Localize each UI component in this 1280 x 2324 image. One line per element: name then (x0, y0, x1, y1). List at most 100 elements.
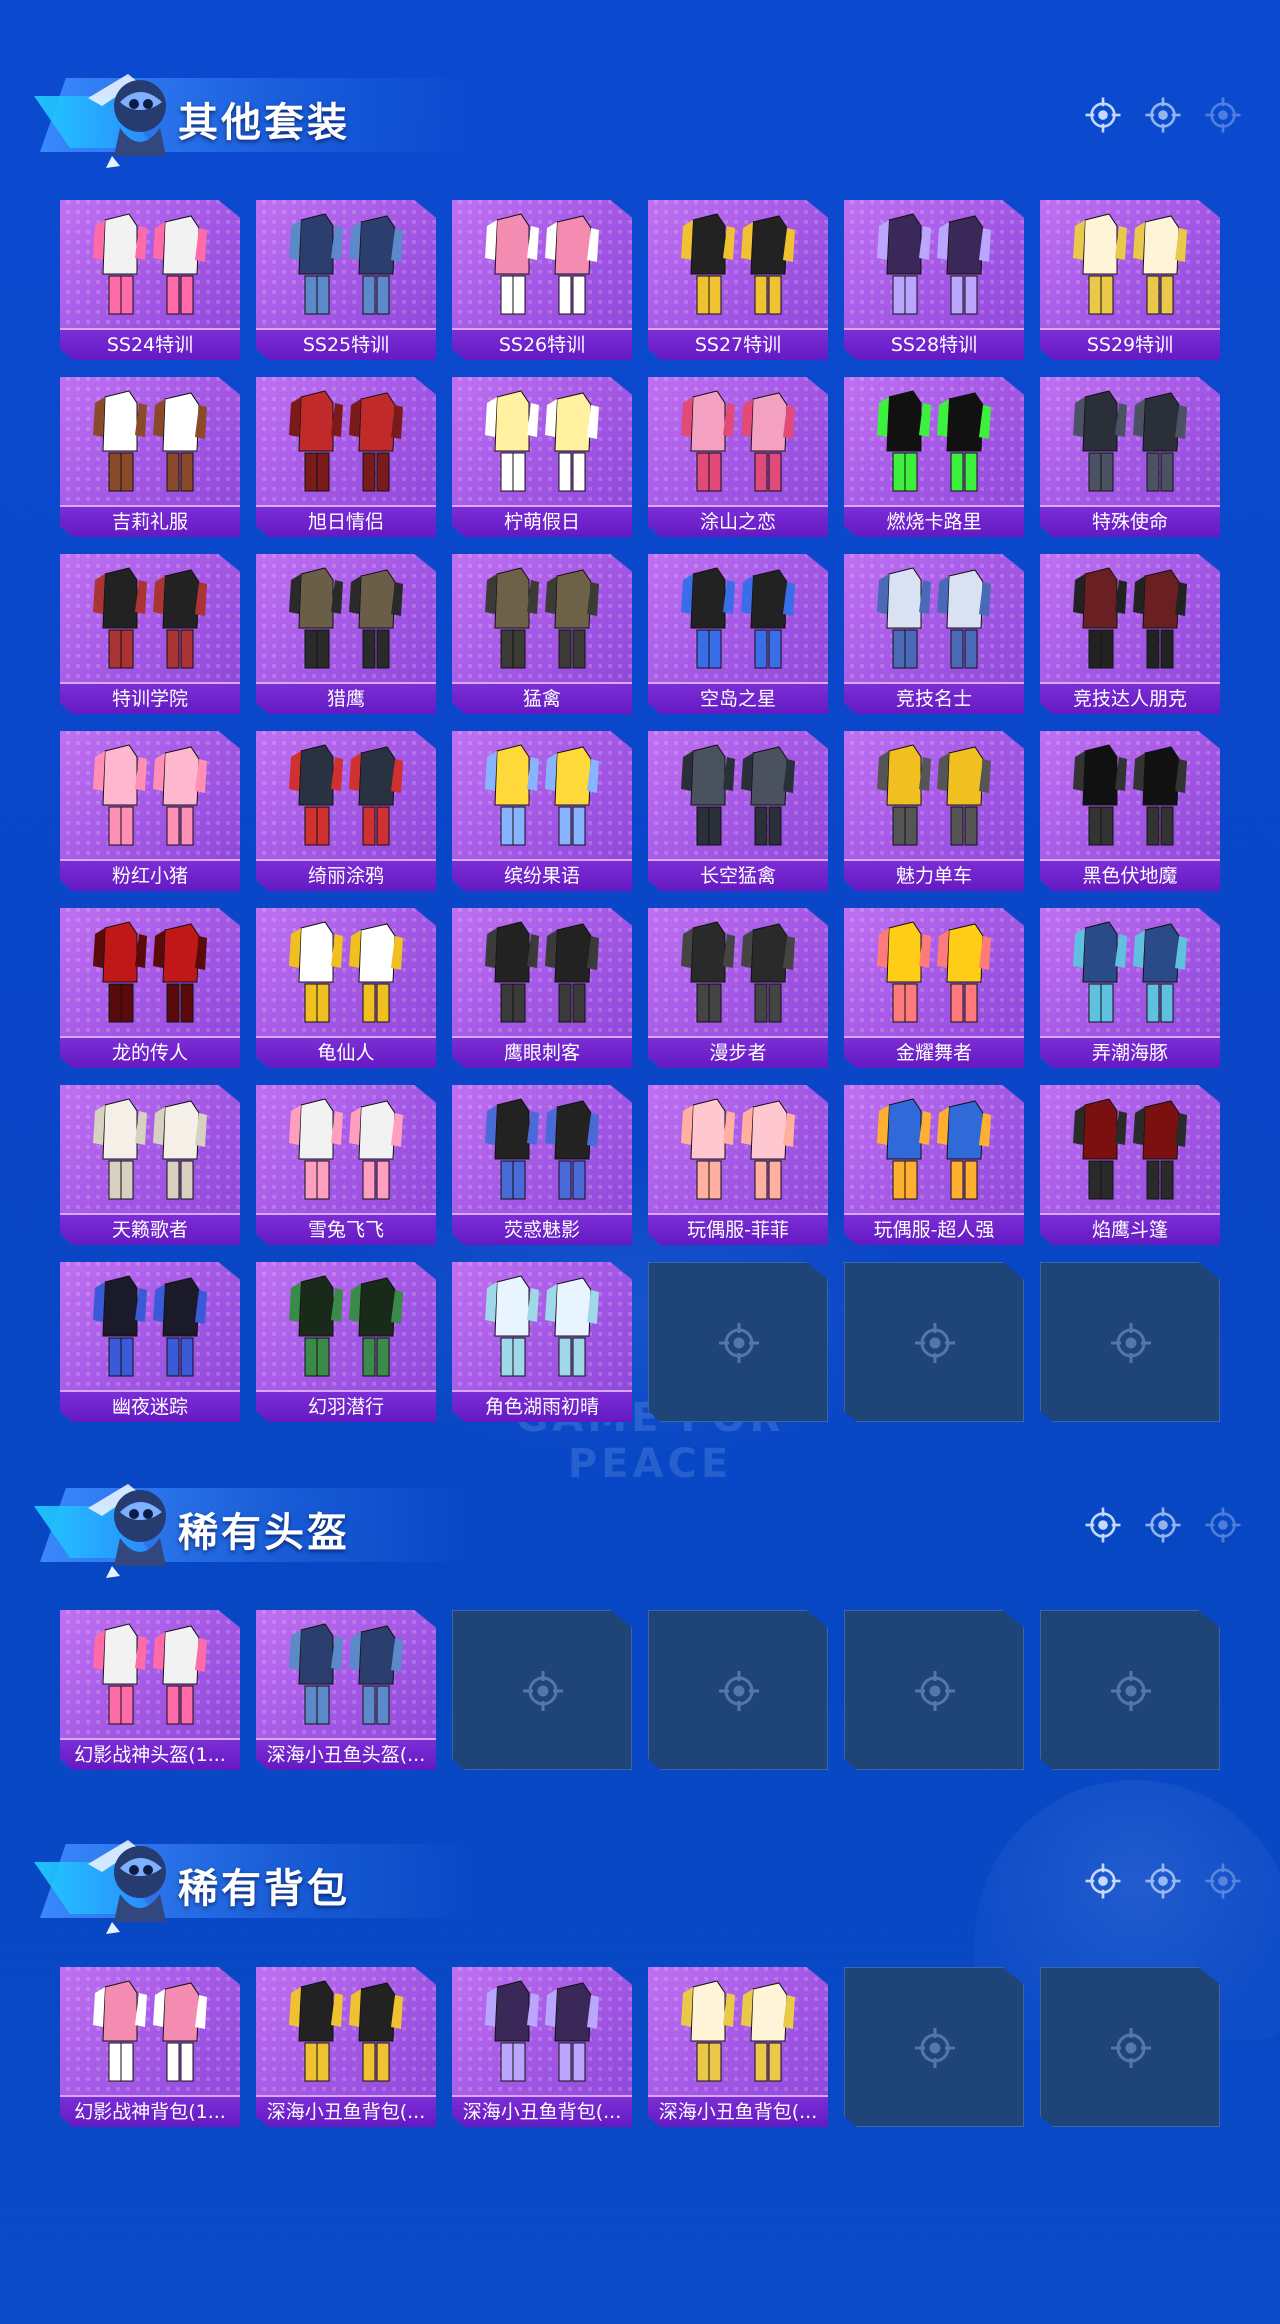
item-card[interactable]: 焰鹰斗篷 (1040, 1085, 1220, 1245)
item-label: 天籁歌者 (111, 1219, 188, 1241)
item-card[interactable]: 特殊使命 (1040, 377, 1220, 537)
item-label: 幻羽潜行 (307, 1396, 384, 1418)
item-card[interactable]: 玩偶服-菲菲 (648, 1085, 828, 1245)
item-label: 粉红小猪 (111, 865, 188, 887)
item-image (467, 564, 617, 676)
item-image (271, 564, 421, 676)
item-card[interactable]: 竞技达人朋克 (1040, 554, 1220, 714)
item-label: SS26特训 (498, 334, 586, 356)
item-card[interactable]: 深海小丑鱼背包(... (256, 1967, 436, 2127)
crosshair-icon (911, 1667, 959, 1715)
crosshair-icon (1202, 94, 1244, 136)
item-image (271, 741, 421, 853)
item-card[interactable]: SS25特训 (256, 200, 436, 360)
item-card[interactable]: 旭日情侣 (256, 377, 436, 537)
crosshair-icon (1142, 94, 1184, 136)
item-card[interactable]: 幽夜迷踪 (60, 1262, 240, 1422)
item-label: 柠萌假日 (503, 511, 580, 533)
section-title: 稀有背包 (178, 1866, 350, 1912)
item-label: 龟仙人 (317, 1042, 375, 1064)
item-label: 涂山之恋 (699, 511, 776, 533)
crosshair-icon (1202, 1860, 1244, 1902)
item-label: 幻影战神头盔(1... (74, 1744, 226, 1766)
item-card[interactable]: 天籁歌者 (60, 1085, 240, 1245)
crosshair-icon (1082, 1860, 1124, 1902)
item-card[interactable]: 猛禽 (452, 554, 632, 714)
item-label: 深海小丑鱼背包(... (658, 2101, 818, 2123)
item-image (75, 564, 225, 676)
item-card[interactable]: 幻羽潜行 (256, 1262, 436, 1422)
item-card[interactable]: 涂山之恋 (648, 377, 828, 537)
item-card[interactable]: 弄潮海豚 (1040, 908, 1220, 1068)
item-image (467, 918, 617, 1030)
crosshair-icon (1142, 1860, 1184, 1902)
item-card[interactable]: 竞技名士 (844, 554, 1024, 714)
item-card[interactable]: 深海小丑鱼头盔(... (256, 1610, 436, 1770)
item-image (663, 1977, 813, 2089)
item-image (271, 210, 421, 322)
item-image (663, 564, 813, 676)
item-label: 长空猛禽 (699, 865, 776, 887)
item-image (663, 210, 813, 322)
item-card[interactable]: 深海小丑鱼背包(... (452, 1967, 632, 2127)
item-card[interactable]: 燃烧卡路里 (844, 377, 1024, 537)
item-label: 竞技名士 (895, 688, 972, 710)
empty-slot (844, 1967, 1024, 2127)
item-card[interactable]: 粉红小猪 (60, 731, 240, 891)
item-card[interactable]: 绮丽涂鸦 (256, 731, 436, 891)
item-card[interactable]: 空岛之星 (648, 554, 828, 714)
item-label: SS24特训 (106, 334, 194, 356)
item-label: 黑色伏地魔 (1082, 865, 1178, 887)
item-card[interactable]: 玩偶服-超人强 (844, 1085, 1024, 1245)
item-image (663, 1095, 813, 1207)
item-card[interactable]: 龟仙人 (256, 908, 436, 1068)
item-card[interactable]: 缤纷果语 (452, 731, 632, 891)
item-card[interactable]: 柠萌假日 (452, 377, 632, 537)
item-card[interactable]: 荧惑魅影 (452, 1085, 632, 1245)
section-header: 其他套装 (28, 60, 1258, 168)
item-image (271, 387, 421, 499)
item-card[interactable]: SS24特训 (60, 200, 240, 360)
item-image (467, 1977, 617, 2089)
empty-slot (452, 1610, 632, 1770)
item-label: 玩偶服-菲菲 (687, 1219, 789, 1241)
section-header: 稀有头盔 (28, 1470, 1258, 1578)
item-card[interactable]: 金耀舞者 (844, 908, 1024, 1068)
item-card[interactable]: 漫步者 (648, 908, 828, 1068)
item-label: 绮丽涂鸦 (307, 865, 384, 887)
section-title: 稀有头盔 (178, 1510, 350, 1556)
item-card[interactable]: SS29特训 (1040, 200, 1220, 360)
item-card[interactable]: SS28特训 (844, 200, 1024, 360)
item-card[interactable]: 特训学院 (60, 554, 240, 714)
item-card[interactable]: 鹰眼刺客 (452, 908, 632, 1068)
item-image (75, 1620, 225, 1732)
item-image (1055, 741, 1205, 853)
item-card[interactable]: SS26特训 (452, 200, 632, 360)
item-label: 猛禽 (522, 688, 561, 710)
crosshair-icon (715, 1319, 763, 1367)
item-card[interactable]: SS27特训 (648, 200, 828, 360)
item-label: 竞技达人朋克 (1072, 688, 1187, 710)
header-decoration (1082, 1504, 1244, 1546)
item-image (663, 918, 813, 1030)
item-label: SS27特训 (694, 334, 782, 356)
item-label: 特训学院 (111, 688, 188, 710)
item-image (75, 387, 225, 499)
item-card[interactable]: 魅力单车 (844, 731, 1024, 891)
item-card[interactable]: 深海小丑鱼背包(... (648, 1967, 828, 2127)
item-label: 幽夜迷踪 (111, 1396, 188, 1418)
item-card[interactable]: 角色湖雨初晴 (452, 1262, 632, 1422)
item-card[interactable]: 龙的传人 (60, 908, 240, 1068)
item-card[interactable]: 幻影战神头盔(1... (60, 1610, 240, 1770)
item-image (271, 1095, 421, 1207)
item-card[interactable]: 长空猛禽 (648, 731, 828, 891)
item-card[interactable]: 雪兔飞飞 (256, 1085, 436, 1245)
crosshair-icon (1107, 1667, 1155, 1715)
item-label: SS29特训 (1086, 334, 1174, 356)
item-card[interactable]: 猎鹰 (256, 554, 436, 714)
header-decoration (1082, 94, 1244, 136)
item-image (859, 387, 1009, 499)
item-card[interactable]: 吉莉礼服 (60, 377, 240, 537)
item-card[interactable]: 幻影战神背包(1... (60, 1967, 240, 2127)
item-card[interactable]: 黑色伏地魔 (1040, 731, 1220, 891)
